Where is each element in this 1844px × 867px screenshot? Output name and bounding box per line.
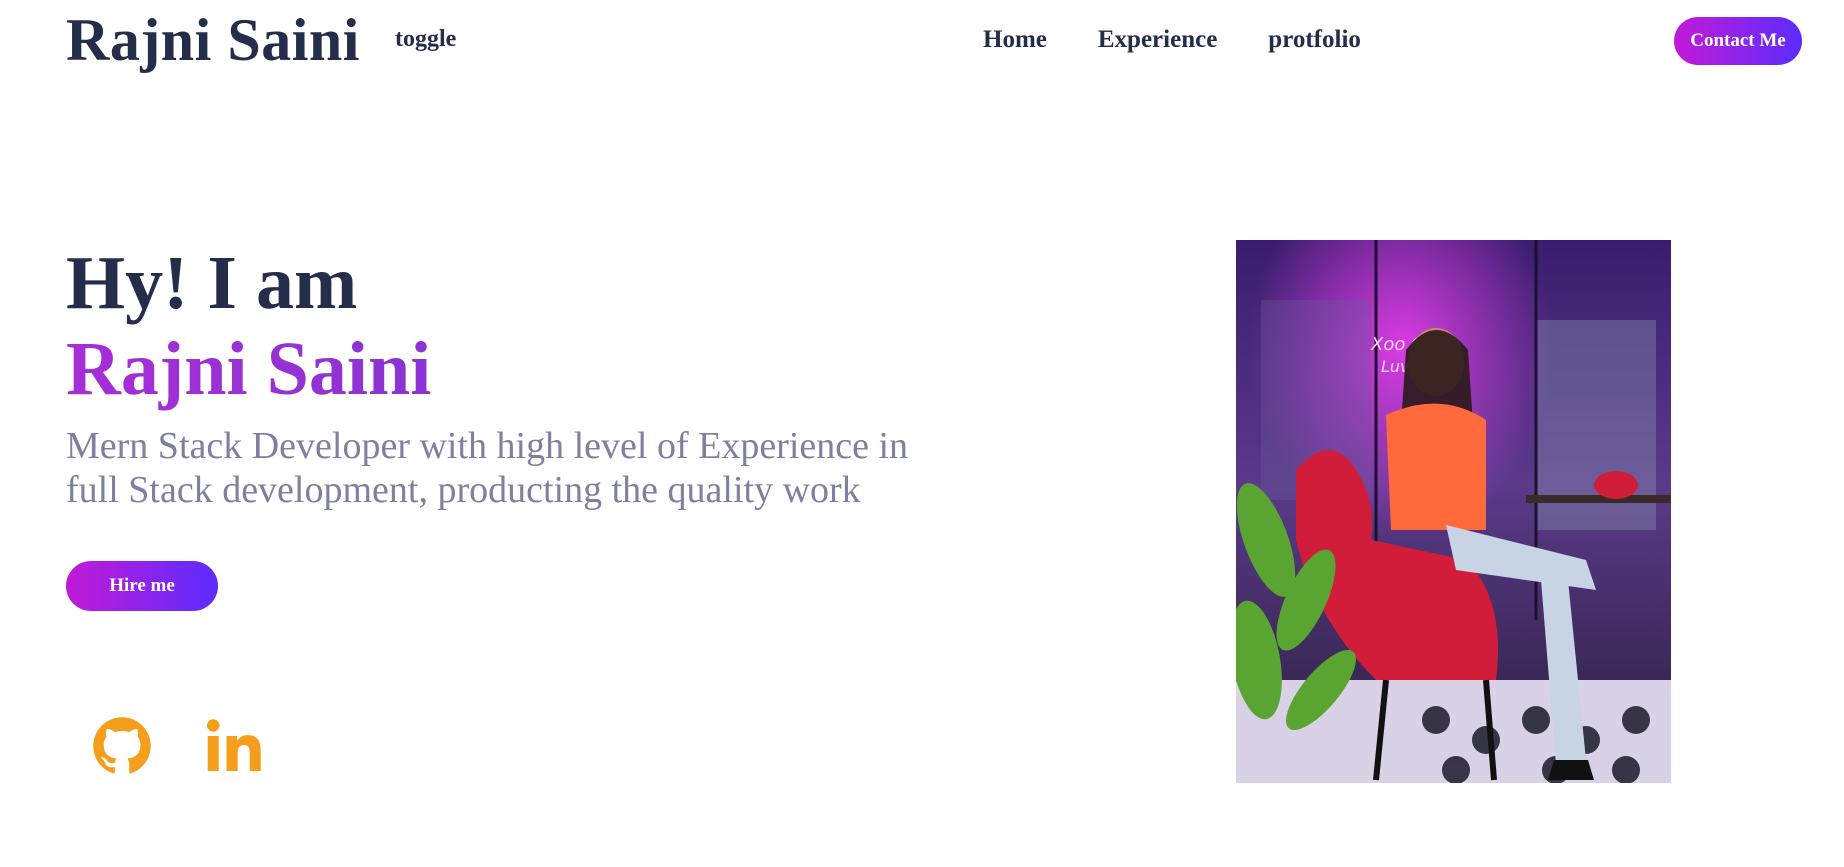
contact-me-button[interactable]: Contact Me [1674,17,1802,65]
github-icon[interactable] [92,716,152,776]
nav-link-experience[interactable]: Experience [1098,26,1217,54]
main-nav: Home Experience protfolio [983,26,1361,54]
hero-greeting: Hy! I am [66,241,358,325]
linkedin-icon[interactable] [204,716,264,776]
hero-description: Mern Stack Developer with high level of … [66,425,909,511]
nav-link-home[interactable]: Home [983,26,1047,54]
brand-logo[interactable]: Rajni Saini [66,4,360,76]
hero-name: Rajni Saini [66,327,432,411]
portfolio-page: Rajni Saini toggle Home Experience protf… [0,0,1844,867]
theme-toggle[interactable]: toggle [395,26,456,53]
profile-photo-illustration: Xoo Cr Luv M [1236,240,1671,783]
nav-link-portfolio[interactable]: protfolio [1268,26,1361,54]
social-links [92,716,264,776]
hire-me-button[interactable]: Hire me [66,561,218,611]
profile-photo: Xoo Cr Luv M [1236,240,1671,783]
